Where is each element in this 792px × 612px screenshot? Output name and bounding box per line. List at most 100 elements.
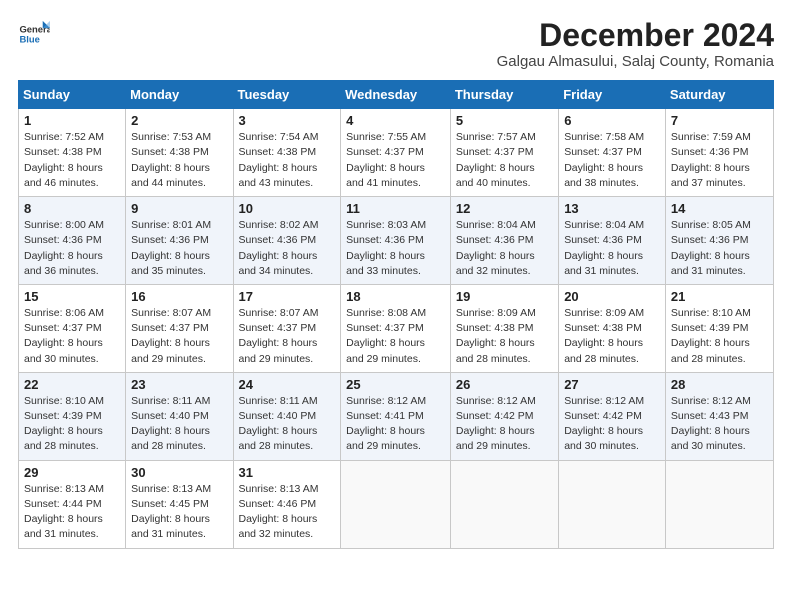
- table-row: 5 Sunrise: 7:57 AMSunset: 4:37 PMDayligh…: [450, 109, 558, 197]
- calendar-header-row: Sunday Monday Tuesday Wednesday Thursday…: [19, 81, 774, 109]
- table-row: 2 Sunrise: 7:53 AMSunset: 4:38 PMDayligh…: [126, 109, 233, 197]
- day-number: 20: [564, 289, 660, 304]
- table-row: [341, 460, 451, 548]
- col-saturday: Saturday: [665, 81, 773, 109]
- day-info: Sunrise: 8:12 AMSunset: 4:42 PMDaylight:…: [456, 395, 536, 453]
- table-row: 23 Sunrise: 8:11 AMSunset: 4:40 PMDaylig…: [126, 372, 233, 460]
- day-number: 19: [456, 289, 553, 304]
- day-info: Sunrise: 8:13 AMSunset: 4:46 PMDaylight:…: [239, 483, 319, 541]
- day-number: 18: [346, 289, 445, 304]
- table-row: 26 Sunrise: 8:12 AMSunset: 4:42 PMDaylig…: [450, 372, 558, 460]
- col-tuesday: Tuesday: [233, 81, 341, 109]
- table-row: 4 Sunrise: 7:55 AMSunset: 4:37 PMDayligh…: [341, 109, 451, 197]
- day-number: 23: [131, 377, 227, 392]
- day-number: 10: [239, 201, 336, 216]
- table-row: 18 Sunrise: 8:08 AMSunset: 4:37 PMDaylig…: [341, 284, 451, 372]
- col-sunday: Sunday: [19, 81, 126, 109]
- table-row: 16 Sunrise: 8:07 AMSunset: 4:37 PMDaylig…: [126, 284, 233, 372]
- table-row: 3 Sunrise: 7:54 AMSunset: 4:38 PMDayligh…: [233, 109, 341, 197]
- day-info: Sunrise: 8:06 AMSunset: 4:37 PMDaylight:…: [24, 307, 104, 365]
- day-info: Sunrise: 7:58 AMSunset: 4:37 PMDaylight:…: [564, 131, 644, 189]
- day-number: 27: [564, 377, 660, 392]
- logo: General Blue: [18, 18, 50, 50]
- day-info: Sunrise: 8:08 AMSunset: 4:37 PMDaylight:…: [346, 307, 426, 365]
- day-number: 13: [564, 201, 660, 216]
- table-row: 29 Sunrise: 8:13 AMSunset: 4:44 PMDaylig…: [19, 460, 126, 548]
- day-number: 8: [24, 201, 120, 216]
- day-info: Sunrise: 7:54 AMSunset: 4:38 PMDaylight:…: [239, 131, 319, 189]
- table-row: 27 Sunrise: 8:12 AMSunset: 4:42 PMDaylig…: [559, 372, 666, 460]
- month-title: December 2024: [497, 18, 774, 53]
- day-info: Sunrise: 8:03 AMSunset: 4:36 PMDaylight:…: [346, 219, 426, 277]
- calendar-week-row: 22 Sunrise: 8:10 AMSunset: 4:39 PMDaylig…: [19, 372, 774, 460]
- day-info: Sunrise: 8:09 AMSunset: 4:38 PMDaylight:…: [564, 307, 644, 365]
- day-info: Sunrise: 8:10 AMSunset: 4:39 PMDaylight:…: [671, 307, 751, 365]
- day-info: Sunrise: 7:53 AMSunset: 4:38 PMDaylight:…: [131, 131, 211, 189]
- day-number: 1: [24, 113, 120, 128]
- day-number: 16: [131, 289, 227, 304]
- logo-icon: General Blue: [18, 18, 50, 50]
- title-block: December 2024 Galgau Almasului, Salaj Co…: [497, 18, 774, 70]
- table-row: 13 Sunrise: 8:04 AMSunset: 4:36 PMDaylig…: [559, 197, 666, 285]
- table-row: 15 Sunrise: 8:06 AMSunset: 4:37 PMDaylig…: [19, 284, 126, 372]
- day-info: Sunrise: 8:04 AMSunset: 4:36 PMDaylight:…: [456, 219, 536, 277]
- table-row: 10 Sunrise: 8:02 AMSunset: 4:36 PMDaylig…: [233, 197, 341, 285]
- table-row: 31 Sunrise: 8:13 AMSunset: 4:46 PMDaylig…: [233, 460, 341, 548]
- day-number: 5: [456, 113, 553, 128]
- table-row: 30 Sunrise: 8:13 AMSunset: 4:45 PMDaylig…: [126, 460, 233, 548]
- svg-text:Blue: Blue: [19, 35, 39, 46]
- table-row: 1 Sunrise: 7:52 AMSunset: 4:38 PMDayligh…: [19, 109, 126, 197]
- day-number: 24: [239, 377, 336, 392]
- day-info: Sunrise: 8:13 AMSunset: 4:44 PMDaylight:…: [24, 483, 104, 541]
- day-info: Sunrise: 8:13 AMSunset: 4:45 PMDaylight:…: [131, 483, 211, 541]
- table-row: 20 Sunrise: 8:09 AMSunset: 4:38 PMDaylig…: [559, 284, 666, 372]
- day-number: 29: [24, 465, 120, 480]
- calendar-week-row: 29 Sunrise: 8:13 AMSunset: 4:44 PMDaylig…: [19, 460, 774, 548]
- day-number: 4: [346, 113, 445, 128]
- calendar-week-row: 8 Sunrise: 8:00 AMSunset: 4:36 PMDayligh…: [19, 197, 774, 285]
- subtitle: Galgau Almasului, Salaj County, Romania: [497, 53, 774, 70]
- col-friday: Friday: [559, 81, 666, 109]
- table-row: 22 Sunrise: 8:10 AMSunset: 4:39 PMDaylig…: [19, 372, 126, 460]
- day-number: 2: [131, 113, 227, 128]
- day-info: Sunrise: 8:05 AMSunset: 4:36 PMDaylight:…: [671, 219, 751, 277]
- col-monday: Monday: [126, 81, 233, 109]
- day-number: 7: [671, 113, 768, 128]
- day-info: Sunrise: 7:52 AMSunset: 4:38 PMDaylight:…: [24, 131, 104, 189]
- day-number: 21: [671, 289, 768, 304]
- day-number: 22: [24, 377, 120, 392]
- day-info: Sunrise: 8:07 AMSunset: 4:37 PMDaylight:…: [239, 307, 319, 365]
- day-number: 30: [131, 465, 227, 480]
- day-number: 26: [456, 377, 553, 392]
- table-row: 12 Sunrise: 8:04 AMSunset: 4:36 PMDaylig…: [450, 197, 558, 285]
- col-thursday: Thursday: [450, 81, 558, 109]
- day-info: Sunrise: 8:11 AMSunset: 4:40 PMDaylight:…: [131, 395, 210, 453]
- table-row: 19 Sunrise: 8:09 AMSunset: 4:38 PMDaylig…: [450, 284, 558, 372]
- day-info: Sunrise: 8:02 AMSunset: 4:36 PMDaylight:…: [239, 219, 319, 277]
- day-info: Sunrise: 7:57 AMSunset: 4:37 PMDaylight:…: [456, 131, 536, 189]
- day-info: Sunrise: 8:09 AMSunset: 4:38 PMDaylight:…: [456, 307, 536, 365]
- table-row: 6 Sunrise: 7:58 AMSunset: 4:37 PMDayligh…: [559, 109, 666, 197]
- table-row: [665, 460, 773, 548]
- day-info: Sunrise: 8:12 AMSunset: 4:41 PMDaylight:…: [346, 395, 426, 453]
- day-info: Sunrise: 8:11 AMSunset: 4:40 PMDaylight:…: [239, 395, 318, 453]
- day-number: 3: [239, 113, 336, 128]
- day-number: 9: [131, 201, 227, 216]
- day-info: Sunrise: 7:55 AMSunset: 4:37 PMDaylight:…: [346, 131, 426, 189]
- table-row: 8 Sunrise: 8:00 AMSunset: 4:36 PMDayligh…: [19, 197, 126, 285]
- day-number: 25: [346, 377, 445, 392]
- table-row: 24 Sunrise: 8:11 AMSunset: 4:40 PMDaylig…: [233, 372, 341, 460]
- day-number: 12: [456, 201, 553, 216]
- day-info: Sunrise: 8:10 AMSunset: 4:39 PMDaylight:…: [24, 395, 104, 453]
- day-info: Sunrise: 7:59 AMSunset: 4:36 PMDaylight:…: [671, 131, 751, 189]
- day-number: 15: [24, 289, 120, 304]
- header: General Blue December 2024 Galgau Almasu…: [18, 18, 774, 70]
- day-info: Sunrise: 8:12 AMSunset: 4:42 PMDaylight:…: [564, 395, 644, 453]
- table-row: 25 Sunrise: 8:12 AMSunset: 4:41 PMDaylig…: [341, 372, 451, 460]
- day-info: Sunrise: 8:04 AMSunset: 4:36 PMDaylight:…: [564, 219, 644, 277]
- col-wednesday: Wednesday: [341, 81, 451, 109]
- table-row: 28 Sunrise: 8:12 AMSunset: 4:43 PMDaylig…: [665, 372, 773, 460]
- table-row: 9 Sunrise: 8:01 AMSunset: 4:36 PMDayligh…: [126, 197, 233, 285]
- day-number: 11: [346, 201, 445, 216]
- table-row: [559, 460, 666, 548]
